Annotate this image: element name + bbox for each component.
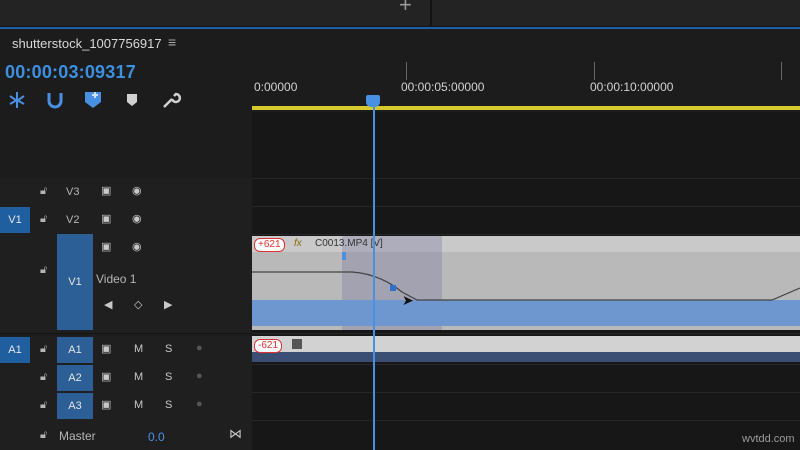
panel-divider bbox=[430, 0, 432, 26]
track-divider bbox=[252, 178, 800, 179]
clip-offset-badge: -621 bbox=[254, 339, 283, 353]
microphone-icon[interactable]: ● bbox=[196, 370, 203, 382]
ruler-tick bbox=[781, 62, 782, 80]
previous-keyframe-icon[interactable]: ◀ bbox=[104, 298, 112, 311]
linked-selection-icon[interactable] bbox=[44, 89, 66, 111]
sync-lock-icon[interactable]: ▣ bbox=[101, 240, 111, 253]
track-name: V2 bbox=[66, 214, 80, 226]
sequence-tab[interactable]: shutterstock_1007756917 bbox=[12, 36, 162, 51]
sync-lock-icon[interactable]: ▣ bbox=[101, 212, 111, 225]
lock-icon[interactable]: 🔓︎ bbox=[40, 264, 47, 277]
solo-button[interactable]: S bbox=[165, 399, 172, 411]
track-target-v1[interactable]: V1 bbox=[57, 234, 93, 330]
master-label: Master bbox=[59, 429, 96, 443]
track-target-a1[interactable]: A1 bbox=[57, 337, 93, 363]
track-target-a2[interactable]: A2 bbox=[57, 365, 93, 391]
track-divider bbox=[252, 234, 800, 235]
sync-lock-icon[interactable]: ▣ bbox=[101, 342, 111, 355]
sync-lock-icon[interactable]: ▣ bbox=[101, 370, 111, 383]
lock-icon[interactable]: 🔓︎ bbox=[40, 213, 47, 226]
ruler-label: 00:00:05:00000 bbox=[401, 80, 485, 94]
next-keyframe-icon[interactable]: ▶ bbox=[164, 298, 172, 311]
ruler-label: 00:00:10:00000 bbox=[590, 80, 674, 94]
master-volume[interactable]: 0.0 bbox=[148, 430, 165, 444]
solo-button[interactable]: S bbox=[165, 371, 172, 383]
source-patch-v1[interactable]: V1 bbox=[0, 207, 30, 233]
track-divider bbox=[252, 333, 800, 334]
track-divider bbox=[252, 392, 800, 393]
ruler-label: 0:00000 bbox=[254, 80, 298, 94]
track-name: V3 bbox=[66, 186, 80, 198]
eye-icon[interactable]: ◉ bbox=[132, 212, 142, 225]
sync-lock-icon[interactable]: ▣ bbox=[101, 398, 111, 411]
link-icon bbox=[292, 339, 302, 349]
track-header-a2: 🔓︎ A2 ▣ M S ● bbox=[0, 364, 252, 393]
ruler-tick bbox=[594, 62, 595, 80]
work-area-bar[interactable] bbox=[252, 106, 800, 110]
hamburger-icon[interactable]: ≡ bbox=[168, 34, 176, 50]
track-target-a3[interactable]: A3 bbox=[57, 393, 93, 419]
mute-button[interactable]: M bbox=[134, 399, 143, 411]
fx-icon[interactable]: fx bbox=[294, 238, 302, 249]
track-divider bbox=[252, 206, 800, 207]
keyframe-marker bbox=[390, 285, 396, 291]
eye-icon[interactable]: ◉ bbox=[132, 184, 142, 197]
add-icon[interactable]: + bbox=[399, 0, 412, 18]
track-header-v1: 🔓︎ V1 Video 1 ▣ ◉ ◀ ◇ ▶ bbox=[0, 234, 252, 334]
lock-icon[interactable]: 🔓︎ bbox=[40, 429, 47, 442]
source-patch-a1[interactable]: A1 bbox=[0, 337, 30, 363]
lock-icon[interactable]: 🔓︎ bbox=[40, 371, 47, 384]
track-header-v3: 🔓︎ V3 ▣ ◉ bbox=[0, 178, 252, 207]
playhead-handle[interactable] bbox=[366, 95, 380, 107]
lock-icon[interactable]: 🔓︎ bbox=[40, 343, 47, 356]
track-header-v2: V1 🔓︎ V2 ▣ ◉ bbox=[0, 206, 252, 235]
solo-button[interactable]: S bbox=[165, 343, 172, 355]
track-header-master: 🔓︎ Master 0.0 ⋈ bbox=[0, 420, 252, 450]
eye-icon[interactable]: ◉ bbox=[132, 240, 142, 253]
playhead-line[interactable] bbox=[373, 102, 375, 450]
track-header-a3: 🔓︎ A3 ▣ M S ● bbox=[0, 392, 252, 421]
track-divider bbox=[252, 364, 800, 365]
playhead-timecode[interactable]: 00:00:03:09317 bbox=[5, 62, 136, 83]
microphone-icon[interactable]: ● bbox=[196, 342, 203, 354]
lock-icon[interactable]: 🔓︎ bbox=[40, 399, 47, 412]
track-divider bbox=[252, 420, 800, 421]
audio-clip-header bbox=[252, 336, 800, 352]
keyframe-curve[interactable] bbox=[252, 252, 800, 312]
keyframe-marker bbox=[342, 252, 346, 260]
track-label: Video 1 bbox=[96, 272, 137, 286]
ruler-tick bbox=[406, 62, 407, 80]
marker-icon[interactable] bbox=[121, 89, 143, 111]
bowtie-icon[interactable]: ⋈ bbox=[229, 426, 242, 442]
cursor-icon: ➤ bbox=[402, 292, 414, 308]
time-ruler[interactable] bbox=[252, 58, 800, 110]
track-header-a1: A1 🔓︎ A1 ▣ M S ● bbox=[0, 336, 252, 365]
clip-offset-badge: +621 bbox=[254, 238, 285, 252]
add-keyframe-icon[interactable]: ◇ bbox=[134, 298, 142, 311]
lock-icon[interactable]: 🔓︎ bbox=[40, 185, 47, 198]
snap-icon[interactable] bbox=[6, 89, 28, 111]
sync-lock-icon[interactable]: ▣ bbox=[101, 184, 111, 197]
add-marker-icon[interactable] bbox=[82, 89, 104, 111]
active-panel-accent bbox=[0, 27, 800, 29]
mute-button[interactable]: M bbox=[134, 343, 143, 355]
mute-button[interactable]: M bbox=[134, 371, 143, 383]
watermark: wvtdd.com bbox=[742, 433, 795, 445]
microphone-icon[interactable]: ● bbox=[196, 398, 203, 410]
wrench-icon[interactable] bbox=[160, 89, 182, 111]
